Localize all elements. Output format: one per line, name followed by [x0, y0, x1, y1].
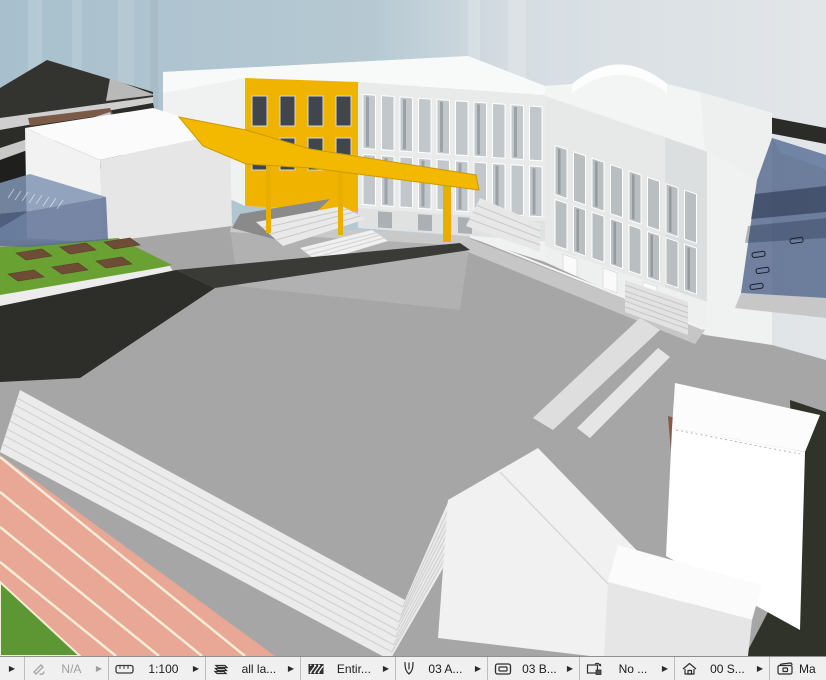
camera-icon	[776, 661, 795, 676]
quickbar-reference[interactable]: N/A ▶	[25, 657, 109, 680]
quick-options-bar: ▶ N/A ▶ 1:100 ▶ all la... ▶	[0, 656, 826, 680]
quickbar-scale[interactable]: 1:100 ▶	[109, 657, 206, 680]
3d-viewport[interactable]	[0, 0, 826, 656]
chevron-right-icon: ▶	[9, 665, 15, 673]
ruler-icon	[115, 662, 134, 676]
pen-rotate-icon	[31, 662, 47, 676]
home-icon	[681, 661, 698, 676]
canopy-post	[338, 171, 343, 235]
quickbar-layers[interactable]: all la... ▶	[206, 657, 301, 680]
quickbar-model-view-options[interactable]: 03 B... ▶	[488, 657, 580, 680]
renovation-icon	[586, 661, 604, 676]
quickbar-partial-structure[interactable]: Entir... ▶	[301, 657, 396, 680]
quickbar-styles[interactable]: Ma	[770, 657, 826, 680]
quickbar-stories[interactable]: 00 S... ▶	[675, 657, 770, 680]
quickbar-expander[interactable]: ▶	[0, 657, 25, 680]
partial-structure-icon	[307, 662, 325, 676]
quickbar-renovation-filter[interactable]: No ... ▶	[580, 657, 675, 680]
canopy-post	[266, 163, 271, 233]
layers-icon	[212, 662, 230, 676]
archicad-window: ▶ N/A ▶ 1:100 ▶ all la... ▶	[0, 0, 826, 680]
canopy-post	[443, 184, 451, 242]
model-view-icon	[494, 662, 512, 676]
quickbar-pen-set[interactable]: 03 A... ▶	[396, 657, 488, 680]
pen-icon	[402, 661, 416, 676]
